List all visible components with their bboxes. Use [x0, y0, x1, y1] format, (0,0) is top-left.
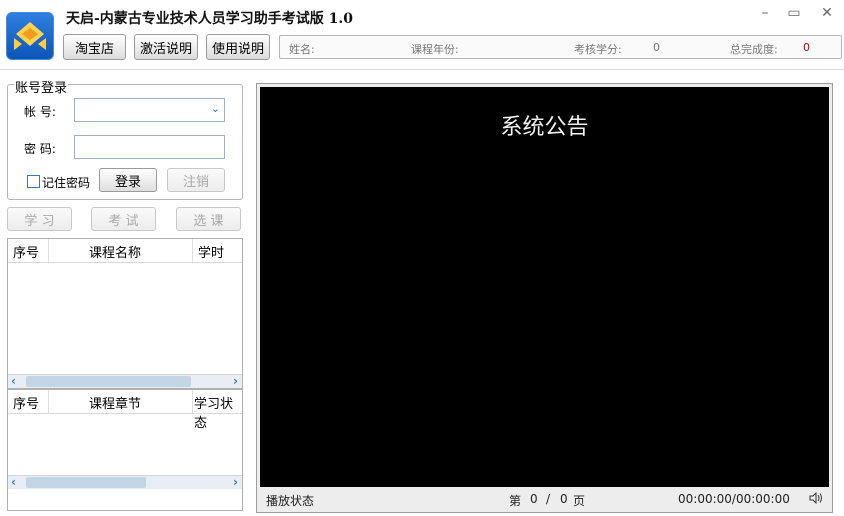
- scroll-left-icon[interactable]: ‹: [11, 374, 16, 388]
- scroll-right-icon[interactable]: ›: [233, 374, 238, 388]
- chapter-list[interactable]: 序号 课程章节 学习状态 ‹ ›: [7, 389, 243, 511]
- scroll-right-icon[interactable]: ›: [233, 475, 238, 489]
- logout-button[interactable]: 注销: [167, 168, 225, 192]
- course-list-header: 序号 课程名称 学时: [8, 239, 242, 263]
- column-hours[interactable]: 学时: [198, 242, 224, 261]
- course-list-scrollbar[interactable]: ‹ ›: [8, 374, 242, 388]
- scrollbar-thumb[interactable]: [26, 477, 146, 488]
- column-chapter[interactable]: 课程章节: [89, 393, 141, 412]
- password-field[interactable]: [74, 135, 225, 159]
- info-bar: 姓名: 课程年份: 考核学分: 0 总完成度: 0: [279, 35, 842, 59]
- usage-help-button[interactable]: 使用说明: [206, 34, 270, 60]
- play-time: 00:00:00/00:00:00: [678, 492, 790, 506]
- speaker-icon[interactable]: [809, 491, 823, 507]
- activation-help-button[interactable]: 激活说明: [134, 34, 198, 60]
- minimize-button[interactable]: –: [754, 4, 776, 22]
- account-label: 帐 号:: [24, 105, 56, 119]
- page-current: 0: [530, 492, 538, 506]
- play-status-label: 播放状态: [266, 494, 315, 508]
- chapter-list-scrollbar[interactable]: ‹ ›: [8, 475, 242, 489]
- column-index[interactable]: 序号: [13, 393, 39, 412]
- select-course-button[interactable]: 选 课: [176, 207, 241, 231]
- login-button[interactable]: 登录: [99, 168, 157, 192]
- chapter-list-header: 序号 课程章节 学习状态: [8, 390, 242, 431]
- taobao-button[interactable]: 淘宝店: [63, 34, 126, 60]
- page-suffix: 页: [573, 494, 586, 508]
- login-group-title: 账号登录: [14, 77, 69, 96]
- column-index[interactable]: 序号: [13, 242, 39, 261]
- remember-password-label: 记住密码: [42, 176, 91, 190]
- credit-value: 0: [653, 41, 660, 54]
- chevron-down-icon[interactable]: ⌄: [211, 102, 220, 115]
- window-title: 天启-内蒙古专业技术人员学习助手考试版 1.0: [66, 11, 354, 27]
- page-separator: /: [546, 492, 551, 506]
- app-logo-icon: [14, 22, 46, 50]
- notice-title: 系统公告: [500, 115, 589, 140]
- account-select[interactable]: ⌄: [74, 98, 225, 122]
- password-label: 密 码:: [24, 142, 56, 156]
- player-panel: 系统公告 播放状态 第 0 / 0 页 00:00:00/00:00:00: [256, 83, 833, 513]
- remember-password-checkbox[interactable]: [27, 175, 40, 188]
- study-button[interactable]: 学 习: [7, 207, 72, 231]
- maximize-button[interactable]: ▭: [783, 4, 805, 22]
- credit-label: 考核学分:: [574, 43, 622, 56]
- page-prefix: 第: [509, 494, 522, 508]
- column-course-name[interactable]: 课程名称: [89, 242, 141, 261]
- progress-label: 总完成度:: [730, 43, 778, 56]
- scrollbar-thumb[interactable]: [26, 376, 191, 387]
- column-study-status[interactable]: 学习状态: [194, 393, 242, 431]
- progress-value: 0: [803, 41, 810, 54]
- page-total: 0: [560, 492, 568, 506]
- exam-button[interactable]: 考 试: [91, 207, 156, 231]
- course-list[interactable]: 序号 课程名称 学时 ‹ ›: [7, 238, 243, 389]
- app-logo: [6, 12, 54, 60]
- scroll-left-icon[interactable]: ‹: [11, 475, 16, 489]
- course-year-label: 课程年份:: [411, 43, 459, 56]
- close-button[interactable]: ✕: [816, 4, 838, 22]
- header-divider: [0, 69, 844, 70]
- name-label: 姓名:: [289, 43, 315, 56]
- notice-screen: 系统公告: [260, 87, 829, 487]
